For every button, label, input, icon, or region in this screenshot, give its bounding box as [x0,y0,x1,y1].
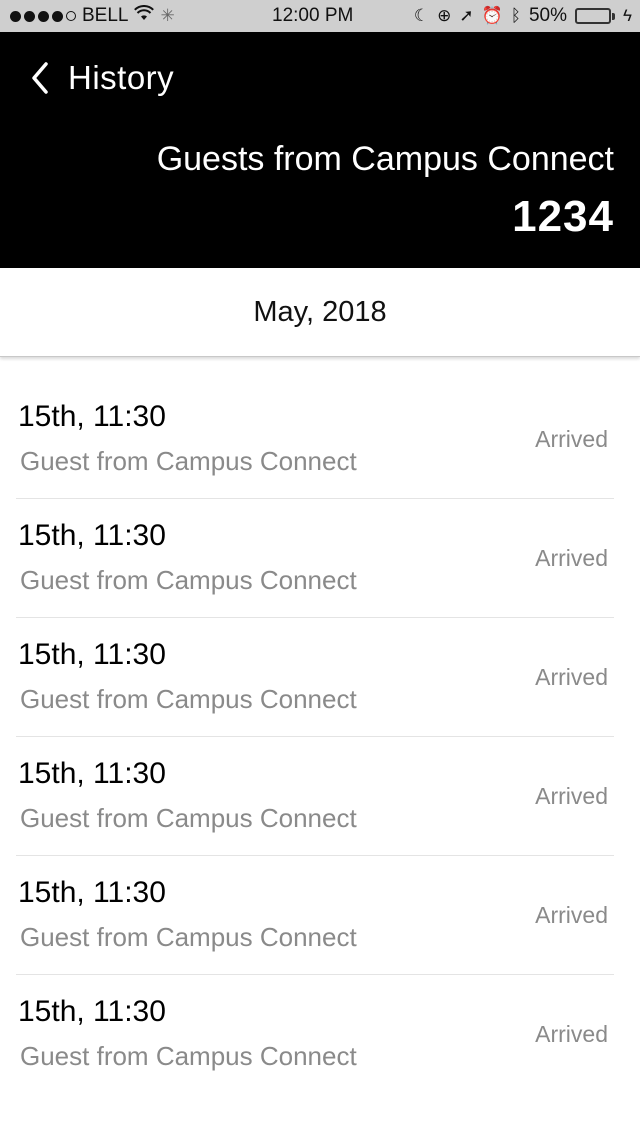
status-badge: Arrived [535,783,608,809]
list-item[interactable]: 15th, 11:30 Guest from Campus Connect Ar… [16,975,614,1093]
entry-description: Guest from Campus Connect [20,922,357,952]
entry-time: 15th, 11:30 [18,876,166,909]
location-icon: ➚ [459,6,474,25]
entry-description: Guest from Campus Connect [20,446,357,476]
entry-description: Guest from Campus Connect [20,1041,357,1071]
carrier-label: BELL [82,5,129,26]
lock-rotation-icon: ⊕ [437,6,452,25]
back-button[interactable]: History [26,58,174,98]
status-bar-right: ☾ ⊕ ➚ ⏰ ᛒ 50% ϟ [414,0,632,32]
alarm-icon: ⏰ [481,6,503,25]
bluetooth-icon: ᛒ [510,6,521,25]
guest-count: 1234 [512,192,614,241]
status-badge: Arrived [535,426,608,452]
moon-icon: ☾ [413,6,430,25]
battery-percent: 50% [528,5,567,26]
entry-time: 15th, 11:30 [18,400,166,433]
status-badge: Arrived [535,664,608,690]
entry-time: 15th, 11:30 [18,638,166,671]
battery-icon [575,8,615,24]
month-selector[interactable]: May, 2018 [0,268,640,357]
status-bar-left: BELL ✳ [10,0,175,32]
entry-description: Guest from Campus Connect [20,565,357,595]
page-title: Guests from Campus Connect [156,140,614,178]
entry-time: 15th, 11:30 [18,519,166,552]
list-item[interactable]: 15th, 11:30 Guest from Campus Connect Ar… [16,499,614,618]
list-item[interactable]: 15th, 11:30 Guest from Campus Connect Ar… [16,856,614,975]
entry-time: 15th, 11:30 [18,757,166,790]
list-item[interactable]: 15th, 11:30 Guest from Campus Connect Ar… [16,618,614,737]
back-label: History [68,59,175,96]
entry-description: Guest from Campus Connect [20,803,357,833]
charging-icon: ϟ [623,6,632,25]
status-time: 12:00 PM [272,5,354,26]
entry-time: 15th, 11:30 [18,995,166,1028]
entry-description: Guest from Campus Connect [20,684,357,714]
status-badge: Arrived [535,545,608,571]
activity-icon: ✳ [160,6,175,25]
page-header: History Guests from Campus Connect 1234 [0,32,640,268]
chevron-left-icon [26,58,54,98]
list-item[interactable]: 15th, 11:30 Guest from Campus Connect Ar… [16,380,614,499]
status-bar: BELL ✳ 12:00 PM ☾ ⊕ ➚ ⏰ ᛒ 50% ϟ [0,0,640,32]
wifi-icon [134,0,155,32]
list-item[interactable]: 15th, 11:30 Guest from Campus Connect Ar… [16,737,614,856]
status-badge: Arrived [535,902,608,928]
signal-dots-icon [10,10,76,22]
month-label: May, 2018 [253,295,387,328]
status-badge: Arrived [535,1021,608,1047]
history-list: 15th, 11:30 Guest from Campus Connect Ar… [0,380,640,1093]
